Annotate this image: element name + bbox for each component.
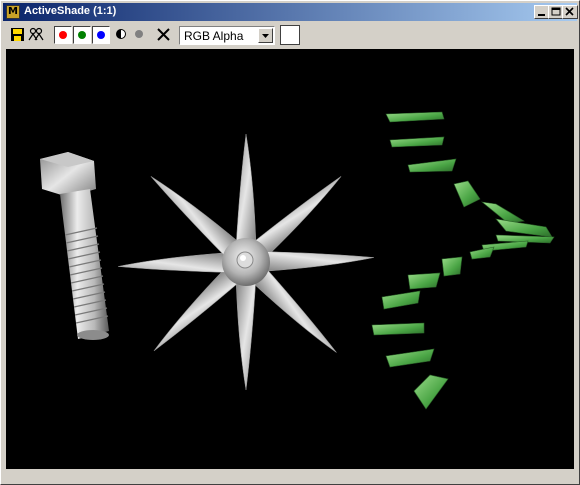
red-channel-toggle[interactable]	[54, 26, 72, 44]
toolbar: RGB Alpha	[3, 22, 577, 48]
render-scene	[40, 111, 555, 410]
channel-select[interactable]: RGB Alpha	[179, 26, 275, 45]
render-viewport[interactable]	[6, 49, 574, 469]
monochrome-icon	[116, 29, 126, 39]
window-title: ActiveShade (1:1)	[24, 5, 117, 17]
title-bar[interactable]: M ActiveShade (1:1)	[3, 3, 578, 21]
chevron-down-icon	[262, 34, 269, 38]
clone-button[interactable]	[27, 26, 45, 44]
activeshade-window: M ActiveShade (1:1) RGB Alpha	[0, 0, 580, 485]
clear-x-icon	[157, 28, 170, 41]
save-button[interactable]	[9, 26, 27, 44]
alpha-channel-button[interactable]	[131, 26, 149, 44]
monochrome-button[interactable]	[113, 26, 131, 44]
clone-icon	[28, 27, 44, 41]
status-bar	[3, 471, 577, 483]
channel-select-value: RGB Alpha	[184, 29, 244, 43]
save-icon	[11, 28, 24, 41]
clear-button[interactable]	[155, 26, 173, 44]
close-icon	[565, 7, 574, 16]
red-dot-icon	[59, 31, 67, 39]
blue-dot-icon	[97, 31, 105, 39]
green-channel-toggle[interactable]	[73, 26, 91, 44]
star-fan-object	[118, 133, 374, 391]
bolt-object	[40, 152, 109, 340]
blue-channel-toggle[interactable]	[92, 26, 110, 44]
maximize-icon	[551, 7, 561, 16]
minimize-icon	[538, 14, 545, 16]
close-button[interactable]	[562, 5, 578, 19]
green-blades-object	[371, 111, 555, 410]
green-dot-icon	[78, 31, 86, 39]
select-arrow-button[interactable]	[258, 28, 273, 43]
background-color-swatch[interactable]	[280, 25, 300, 45]
alpha-dot-icon	[135, 30, 143, 38]
max-logo-icon[interactable]: M	[6, 5, 20, 19]
